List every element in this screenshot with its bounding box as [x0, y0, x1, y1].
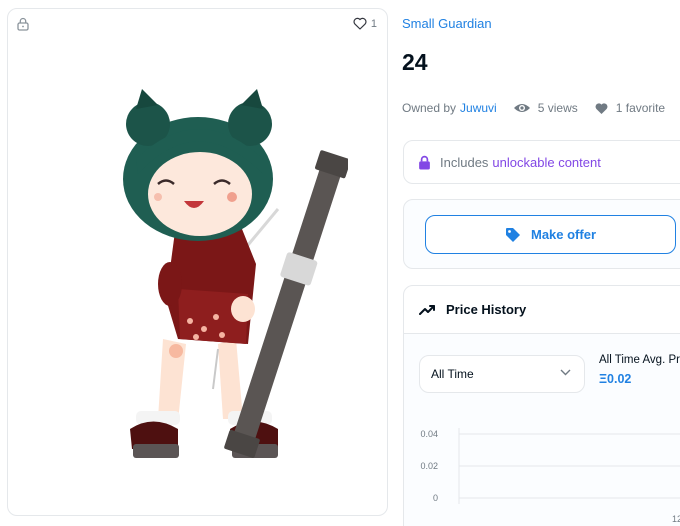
- chart-x-tick-label: 12: [672, 514, 680, 524]
- make-offer-button[interactable]: Make offer: [425, 215, 676, 254]
- unlockable-content-link[interactable]: unlockable content: [492, 155, 600, 170]
- heart-outline-icon: [353, 17, 367, 30]
- views-count: 5 views: [513, 101, 578, 115]
- chevron-down-icon: [560, 369, 571, 376]
- unlockable-prefix: Includes: [440, 154, 489, 170]
- item-meta-row: Owned by Juwuvi 5 views 1 favorite: [402, 101, 665, 115]
- favorite-button[interactable]: 1: [353, 17, 377, 30]
- collection-link[interactable]: Small Guardian: [402, 16, 492, 31]
- price-history-title: Price History: [446, 302, 527, 317]
- owned-by-label: Owned by: [402, 101, 457, 115]
- item-media-card: 1: [7, 8, 388, 516]
- chart-y-tick-label: 0.02: [420, 461, 438, 471]
- item-artwork[interactable]: [118, 89, 348, 469]
- item-title: 24: [402, 49, 428, 75]
- favorite-count: 1: [370, 17, 377, 30]
- price-history-panel: Price History All Time All Time Avg. Pri…: [403, 285, 680, 526]
- tag-icon: [505, 227, 520, 242]
- trending-up-icon: [419, 304, 435, 315]
- time-range-select[interactable]: All Time: [419, 355, 585, 393]
- chart-y-tick-label: 0.04: [420, 429, 438, 439]
- eye-icon: [513, 104, 530, 112]
- price-history-body: All Time All Time Avg. Price Ξ0.02 0.040…: [404, 334, 680, 526]
- make-offer-label: Make offer: [530, 227, 597, 242]
- price-history-header[interactable]: Price History: [404, 286, 680, 334]
- price-history-chart: 0.04 0.02 0 12: [420, 428, 680, 524]
- chart-y-tick-label: 0: [433, 493, 438, 503]
- avg-price-label: All Time Avg. Price: [599, 354, 680, 366]
- media-header: 1: [8, 9, 387, 39]
- lock-icon: [17, 17, 29, 31]
- offer-panel: Make offer: [403, 199, 680, 269]
- heart-icon: [595, 102, 608, 114]
- unlockable-content-banner[interactable]: Includes unlockable content: [403, 140, 680, 184]
- favorites-count: 1 favorite: [594, 101, 665, 115]
- views-label: 5 views: [537, 101, 578, 115]
- owner-link[interactable]: Juwuvi: [460, 101, 497, 115]
- favorites-label: 1 favorite: [615, 101, 666, 115]
- time-range-value: All Time: [431, 367, 474, 381]
- avg-price-value: Ξ0.02: [599, 372, 632, 386]
- lock-icon: [419, 155, 430, 169]
